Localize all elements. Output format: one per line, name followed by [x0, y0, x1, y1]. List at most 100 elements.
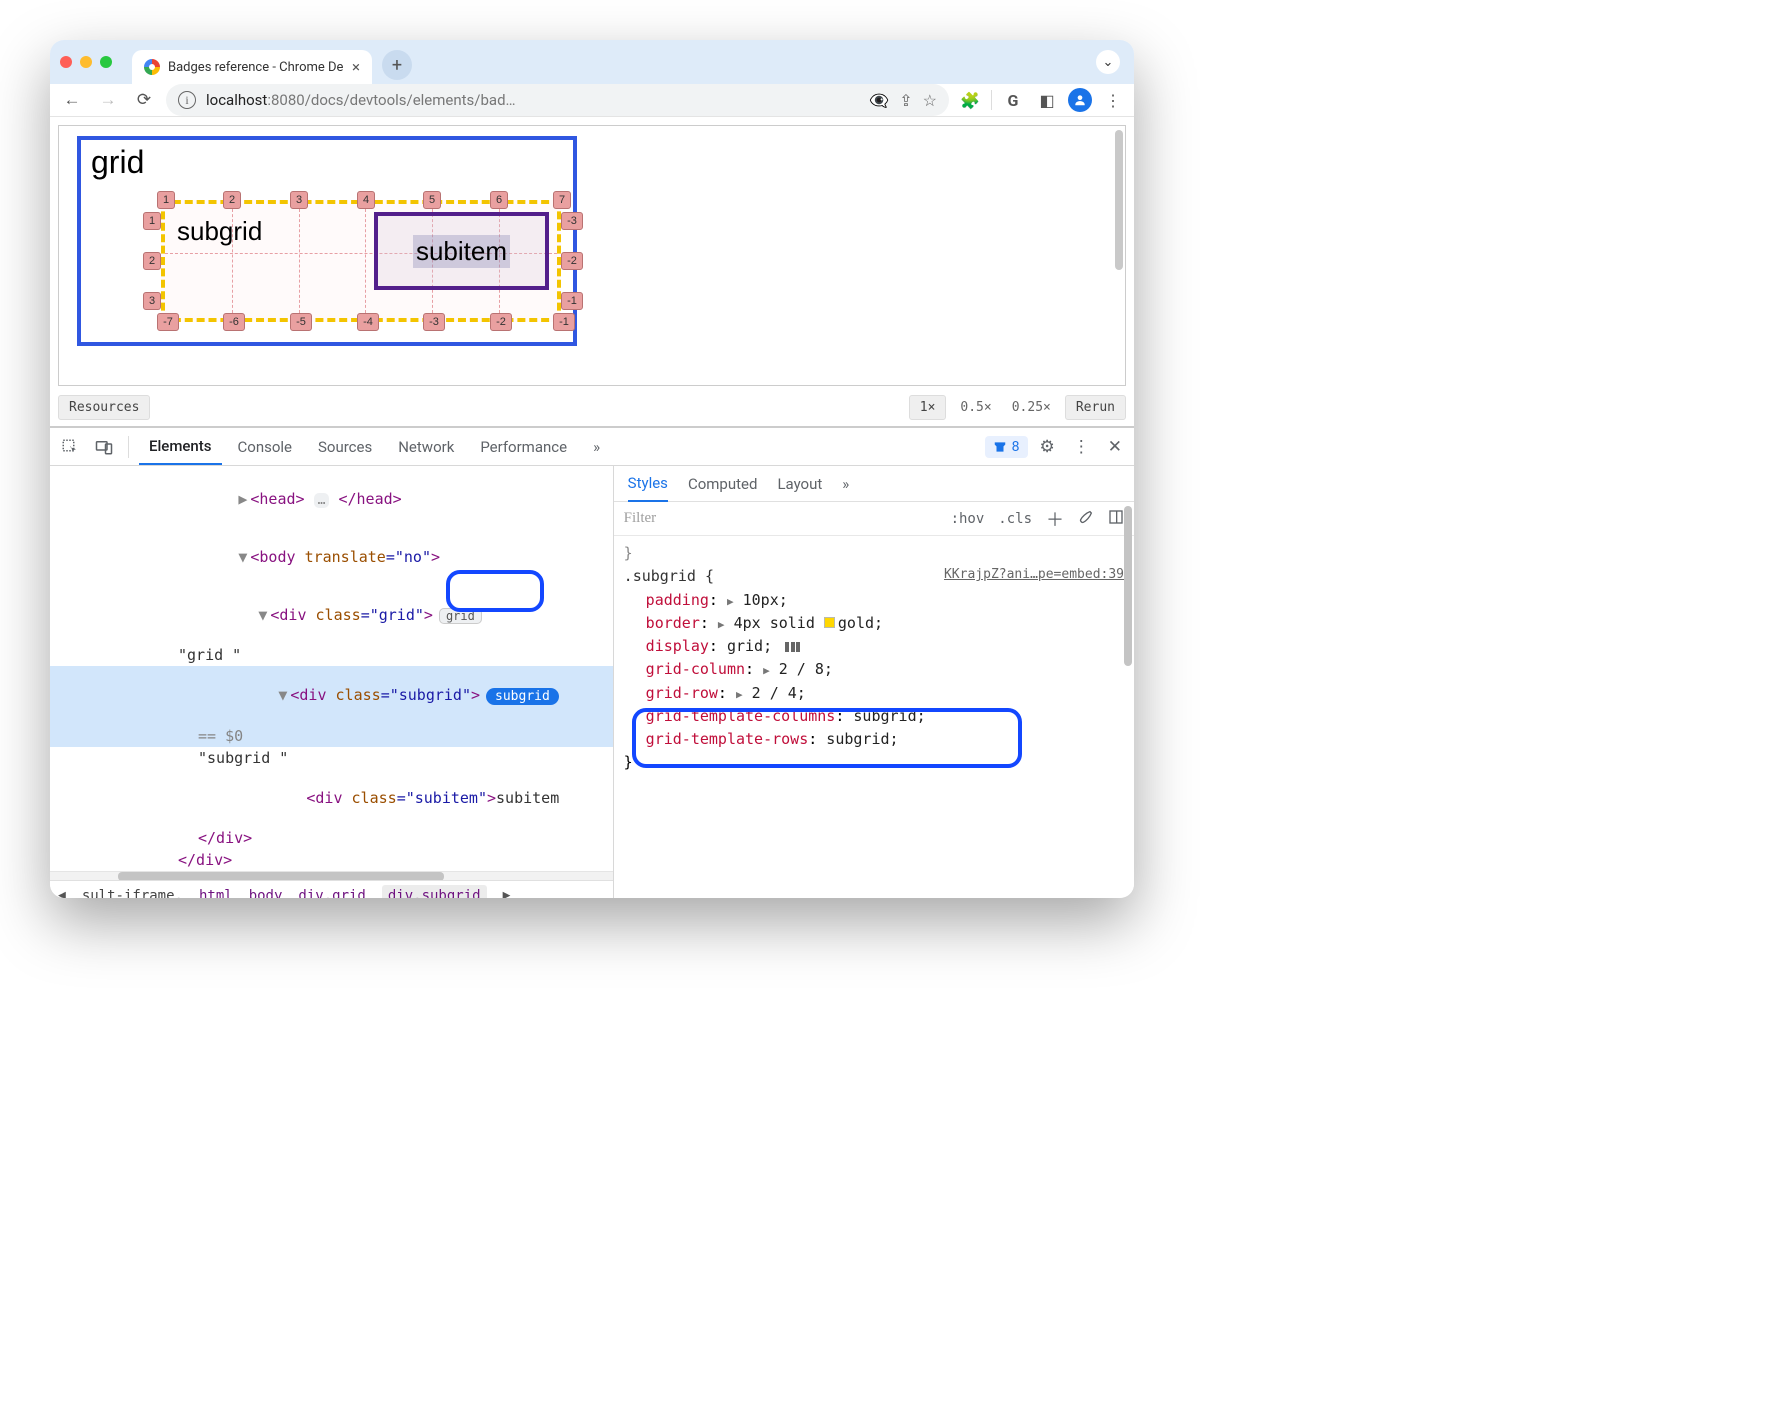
grid-container: grid subgrid subitem 1 2 3 4: [77, 136, 577, 346]
style-rules[interactable]: } KKrajpZ?ani…pe=embed:39 .subgrid { pad…: [614, 536, 1134, 898]
subgrid-badge[interactable]: subgrid: [486, 688, 559, 705]
share-icon[interactable]: ⇪: [899, 91, 912, 110]
new-rule-icon[interactable]: ＋: [1046, 506, 1064, 532]
breadcrumb-item-selected[interactable]: div.subgrid: [382, 885, 487, 899]
tab-strip: Badges reference - Chrome De × + ⌄: [50, 40, 1134, 84]
dom-node-subitem[interactable]: <div class="subitem">subitem: [50, 769, 613, 827]
google-account-icon[interactable]: G: [1000, 87, 1026, 113]
tab-elements[interactable]: Elements: [139, 429, 222, 465]
annotation-subgrid-props: [632, 708, 1022, 768]
zoom-05x-label[interactable]: 0.5×: [954, 400, 997, 415]
forward-button[interactable]: →: [94, 86, 122, 114]
back-button[interactable]: ←: [58, 86, 86, 114]
breadcrumb-item[interactable]: sult-iframe.: [82, 888, 183, 899]
subgrid-overlay: subgrid subitem 1 2 3 4 5 6 7 1 2 3: [161, 200, 561, 322]
issues-count: 8: [1012, 439, 1020, 455]
grid-line-marker: 6: [490, 191, 508, 209]
grid-line-marker: 4: [357, 191, 375, 209]
grid-line-marker: 1: [157, 191, 175, 209]
address-bar[interactable]: i localhost:8080/docs/devtools/elements/…: [166, 84, 949, 116]
grid-line-marker: -3: [423, 313, 445, 331]
tab-network[interactable]: Network: [388, 430, 464, 464]
breadcrumb-left-icon[interactable]: ◀: [58, 888, 66, 898]
close-window-icon[interactable]: [60, 56, 72, 68]
zoom-1x-button[interactable]: 1×: [909, 395, 947, 420]
close-devtools-icon[interactable]: ✕: [1102, 437, 1128, 457]
breadcrumb-item[interactable]: html: [199, 888, 233, 899]
tracking-icon[interactable]: 👁️‍🗨️: [869, 91, 889, 110]
new-tab-button[interactable]: +: [382, 50, 412, 80]
subgrid-label: subgrid: [177, 216, 262, 247]
grid-line-marker: -6: [223, 313, 245, 331]
browser-tab[interactable]: Badges reference - Chrome De ×: [132, 50, 372, 84]
dom-text-subgrid[interactable]: "subgrid ": [50, 747, 613, 769]
dom-node-head[interactable]: ▶<head> … </head>: [50, 470, 613, 528]
inspect-element-icon[interactable]: [56, 433, 84, 461]
tab-styles-overflow[interactable]: »: [842, 467, 849, 501]
close-tab-icon[interactable]: ×: [352, 58, 360, 76]
grid-line-marker: 7: [553, 191, 571, 209]
minimize-window-icon[interactable]: [80, 56, 92, 68]
computed-panel-icon[interactable]: [1108, 509, 1124, 529]
hov-toggle[interactable]: :hov: [951, 511, 985, 527]
breadcrumb-item[interactable]: div.grid: [298, 888, 365, 899]
devtools-tabbar: Elements Console Sources Network Perform…: [50, 428, 1134, 466]
elements-breadcrumb: ◀ sult-iframe. html body div.grid div.su…: [50, 880, 613, 898]
styles-filter-input[interactable]: Filter: [624, 510, 937, 527]
page-viewport: grid subgrid subitem 1 2 3 4: [50, 117, 1134, 427]
breadcrumb-right-icon[interactable]: ▶: [503, 888, 511, 898]
styles-scrollbar[interactable]: [1124, 506, 1132, 898]
issues-button[interactable]: 8: [985, 436, 1028, 458]
grid-line-marker: 5: [423, 191, 441, 209]
tab-computed[interactable]: Computed: [688, 467, 758, 501]
dom-node-subgrid[interactable]: ▼<div class="subgrid">subgrid: [50, 666, 613, 725]
tab-layout[interactable]: Layout: [777, 467, 822, 501]
tab-sources[interactable]: Sources: [308, 430, 382, 464]
site-info-icon[interactable]: i: [178, 91, 196, 109]
dom-close-grid[interactable]: </div>: [50, 849, 613, 871]
elements-tree-pane: ▶<head> … </head> ▼<body translate="no">…: [50, 466, 614, 898]
bookmark-icon[interactable]: ☆: [923, 91, 937, 110]
grid-line-marker: -1: [553, 313, 575, 331]
dom-tree[interactable]: ▶<head> … </head> ▼<body translate="no">…: [50, 466, 613, 871]
rule-selector[interactable]: .subgrid {: [624, 567, 714, 585]
fullscreen-window-icon[interactable]: [100, 56, 112, 68]
demo-toolbar: Resources 1× 0.5× 0.25× Rerun: [58, 392, 1126, 422]
tab-console[interactable]: Console: [228, 430, 303, 464]
profile-avatar-icon[interactable]: [1068, 88, 1092, 112]
tab-search-button[interactable]: ⌄: [1096, 50, 1120, 74]
grid-line-marker: -2: [561, 252, 583, 270]
tab-performance[interactable]: Performance: [470, 430, 577, 464]
toolbar-divider: [991, 90, 992, 110]
grid-line-marker: -7: [157, 313, 179, 331]
resources-button[interactable]: Resources: [58, 395, 150, 420]
cls-toggle[interactable]: .cls: [998, 511, 1032, 527]
side-panel-icon[interactable]: ◧: [1034, 87, 1060, 113]
styles-toolbar: Filter :hov .cls ＋: [614, 502, 1134, 536]
page-scrollbar[interactable]: [1115, 130, 1123, 270]
dom-close-subgrid[interactable]: </div>: [50, 827, 613, 849]
brush-icon[interactable]: [1078, 509, 1094, 529]
grid-line-marker: -4: [357, 313, 379, 331]
tab-styles[interactable]: Styles: [628, 466, 668, 502]
breadcrumb-item[interactable]: body: [249, 888, 283, 899]
rerun-button[interactable]: Rerun: [1065, 395, 1126, 420]
styles-pane: Styles Computed Layout » Filter :hov .cl…: [614, 466, 1134, 898]
demo-canvas: grid subgrid subitem 1 2 3 4: [58, 125, 1126, 386]
devtools-panel: Elements Console Sources Network Perform…: [50, 427, 1134, 898]
device-toolbar-icon[interactable]: [90, 433, 118, 461]
color-swatch-icon[interactable]: [824, 617, 835, 628]
tab-overflow[interactable]: »: [583, 430, 610, 464]
grid-editor-icon[interactable]: [785, 642, 800, 652]
grid-line-marker: 3: [143, 292, 161, 310]
dom-text-grid[interactable]: "grid ": [50, 644, 613, 666]
dom-horizontal-scrollbar[interactable]: [50, 871, 613, 880]
extensions-icon[interactable]: 🧩: [957, 87, 983, 113]
url-text: localhost:8080/docs/devtools/elements/ba…: [206, 91, 859, 109]
rule-source-link[interactable]: KKrajpZ?ani…pe=embed:39: [944, 565, 1124, 585]
reload-button[interactable]: ⟳: [130, 86, 158, 114]
zoom-025x-label[interactable]: 0.25×: [1006, 400, 1057, 415]
kebab-menu-icon[interactable]: ⋮: [1100, 87, 1126, 113]
devtools-kebab-icon[interactable]: ⋮: [1067, 437, 1096, 457]
settings-icon[interactable]: ⚙: [1034, 437, 1061, 457]
